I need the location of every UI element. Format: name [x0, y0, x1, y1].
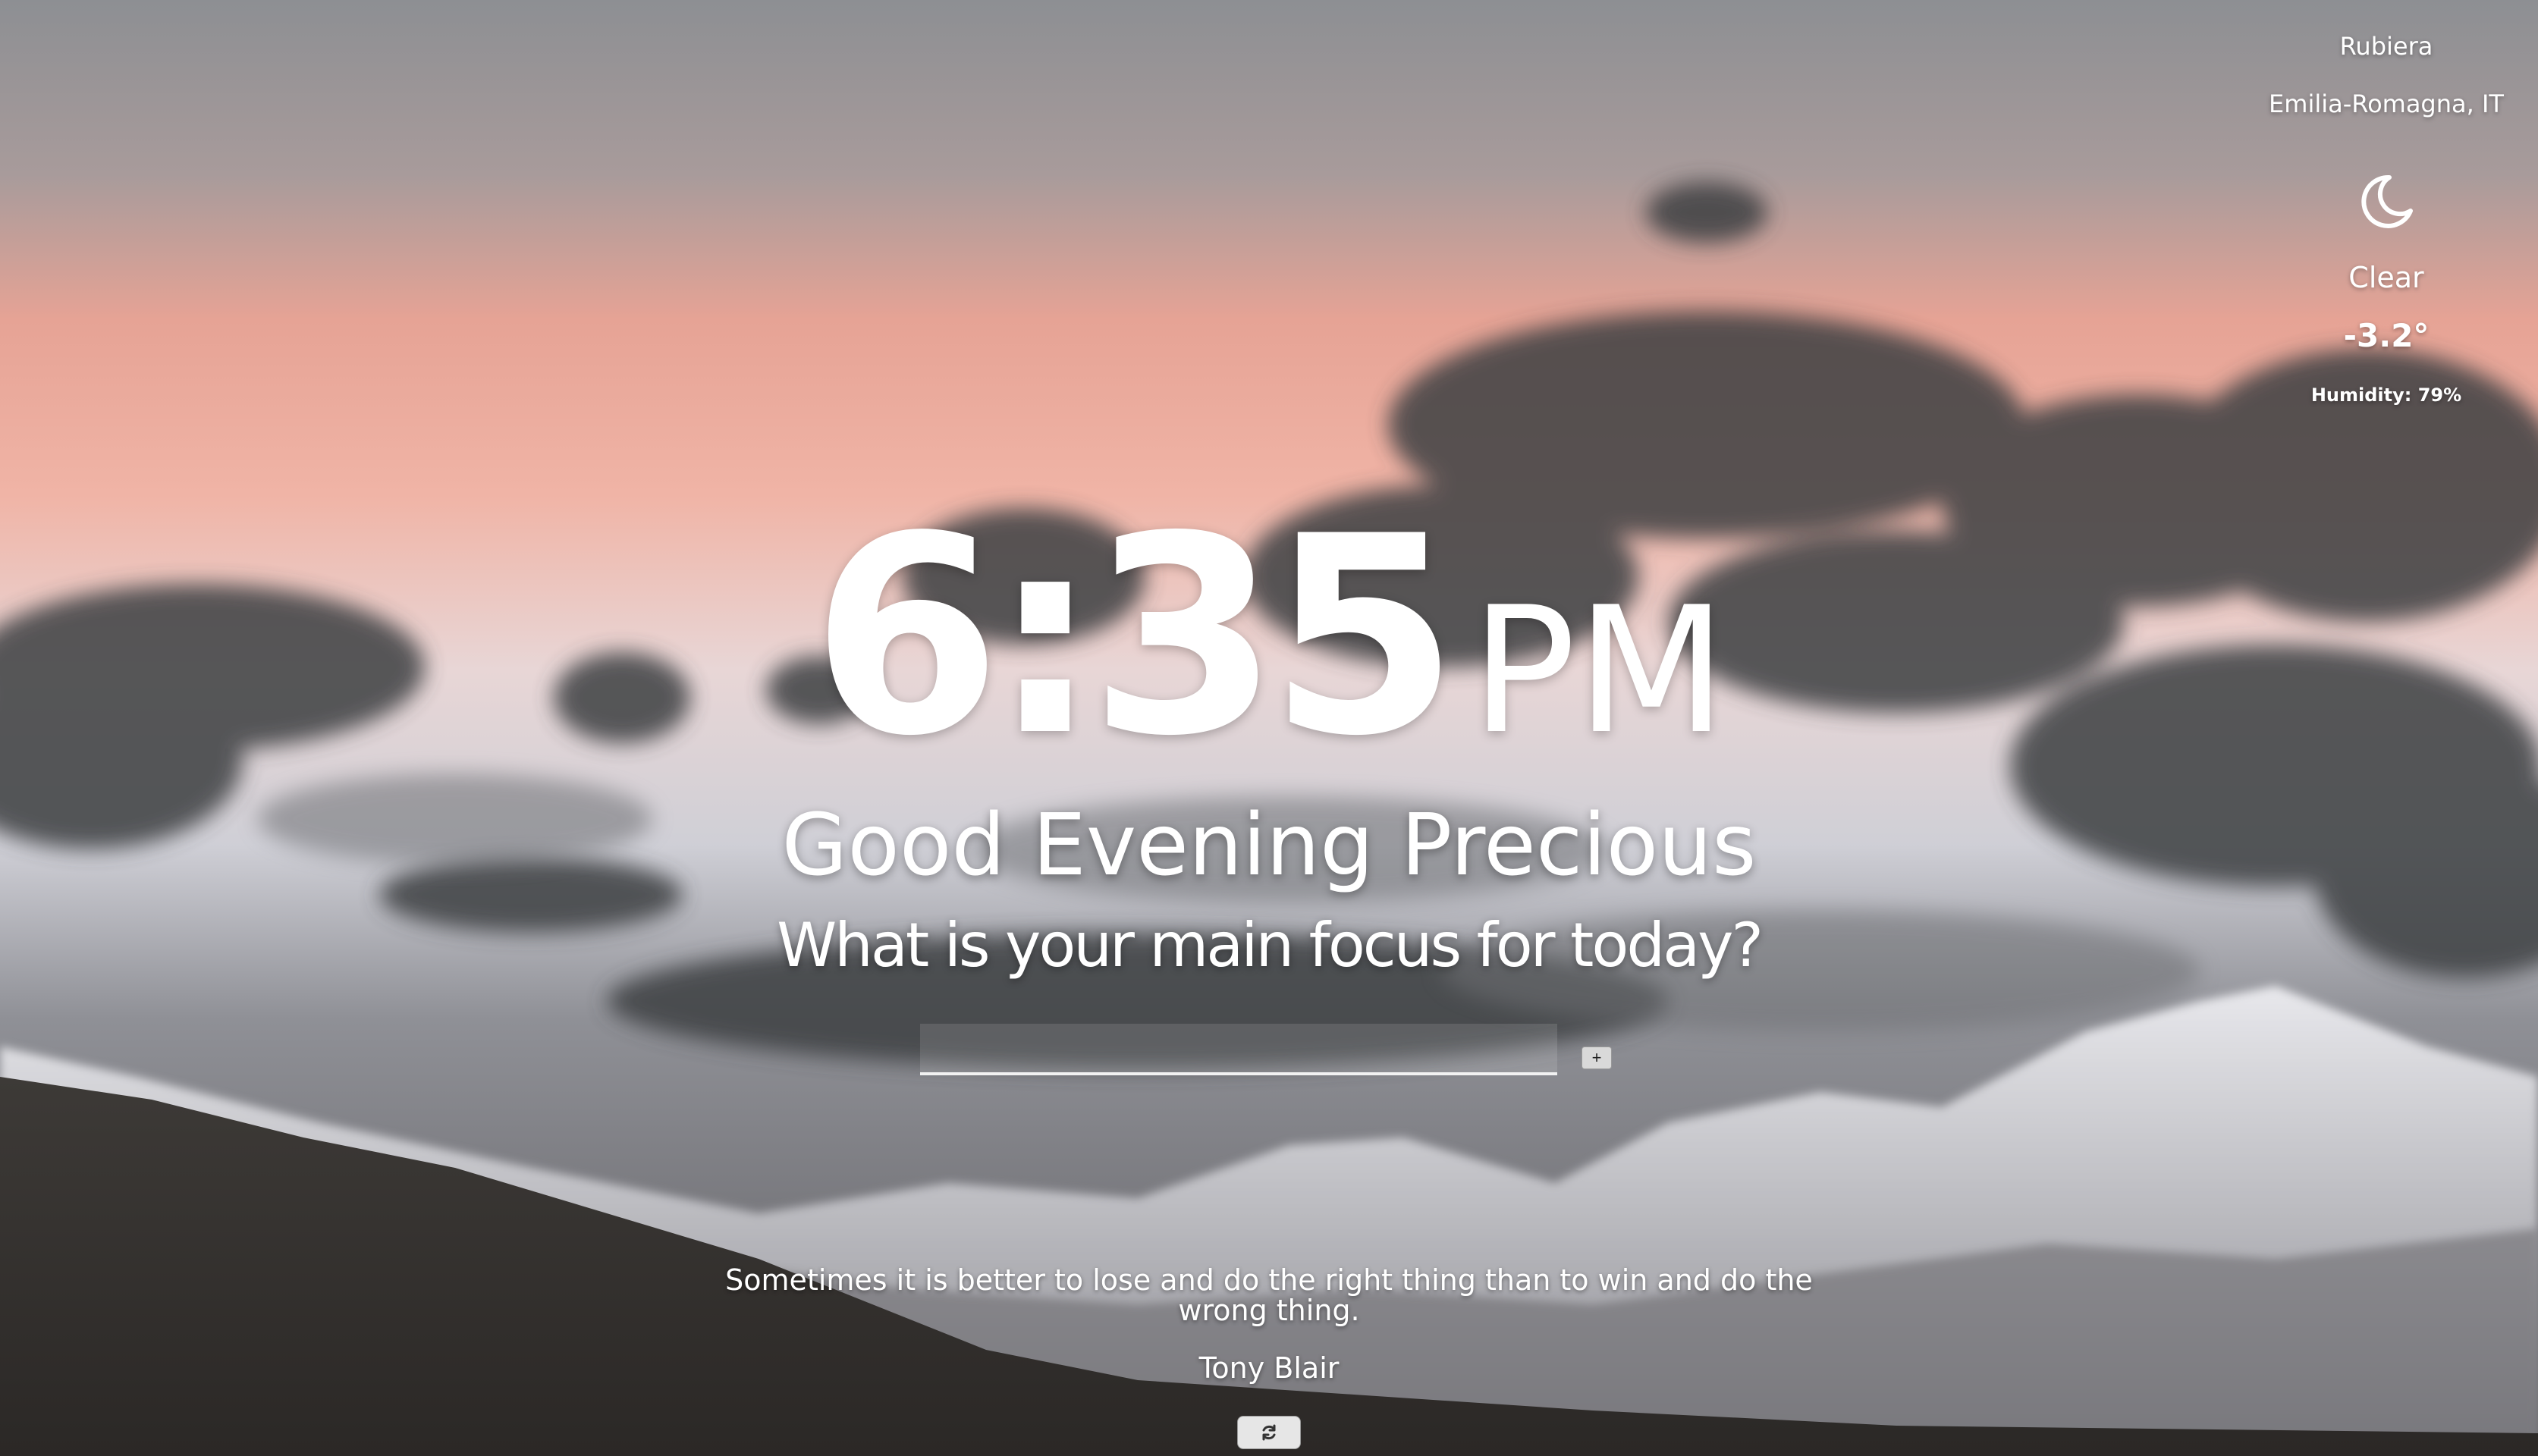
weather-region: Emilia-Romagna, IT [2269, 89, 2504, 118]
refresh-quote-button[interactable] [1237, 1416, 1301, 1449]
weather-condition: Clear [2348, 261, 2424, 294]
weather-humidity: Humidity: 79% [2310, 384, 2462, 406]
clock-ampm: PM [1471, 570, 1727, 773]
clock-time: 6:35 [811, 478, 1459, 795]
focus-input-row: + [920, 1024, 1618, 1084]
weather-city: Rubiera [2339, 32, 2433, 61]
refresh-icon [1262, 1424, 1276, 1441]
greeting: Good Evening Precious [781, 796, 1757, 895]
clock: 6:35 PM [0, 500, 2538, 774]
crescent-moon-icon [2356, 171, 2417, 232]
weather-widget: Rubiera Emilia-Romagna, IT Clear -3.2° H… [2235, 23, 2538, 406]
weather-temperature: -3.2° [2343, 317, 2430, 354]
add-focus-button[interactable]: + [1582, 1046, 1612, 1069]
quote-text: Sometimes it is better to lose and do th… [725, 1263, 1813, 1327]
quote-author: Tony Blair [1198, 1351, 1340, 1385]
focus-question: What is your main focus for today? [777, 910, 1764, 981]
focus-input[interactable] [920, 1024, 1557, 1075]
